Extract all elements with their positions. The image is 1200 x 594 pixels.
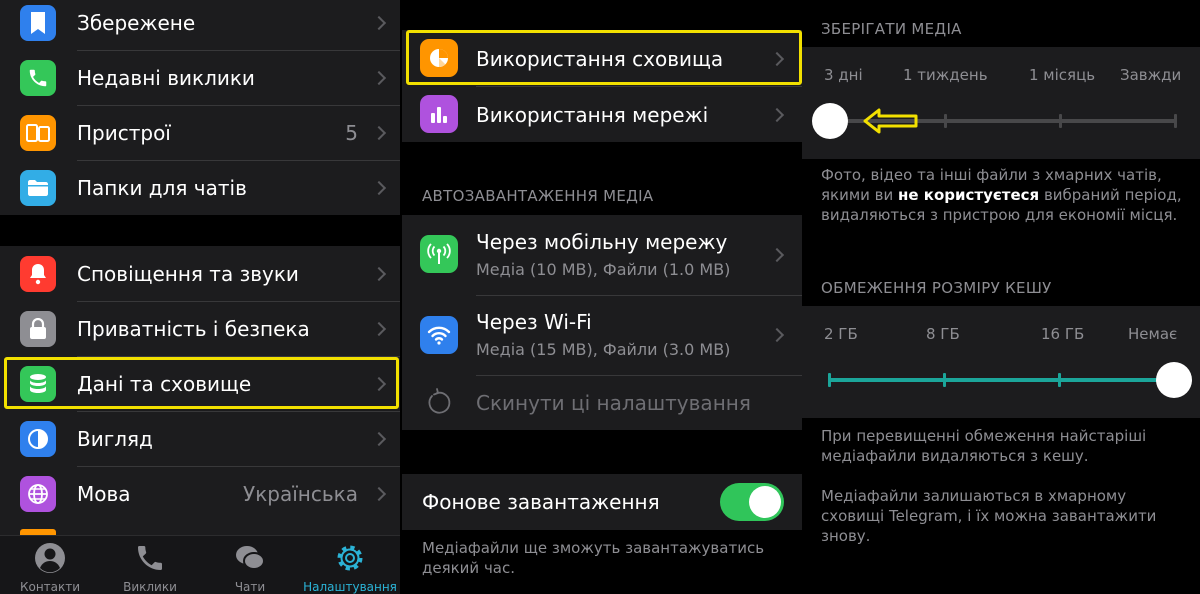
wifi-icon <box>420 316 458 354</box>
chats-icon <box>236 546 265 570</box>
chevron-right-icon <box>371 180 387 195</box>
slider-tick-mark <box>943 373 946 387</box>
autodownload-header: АВТОЗАВАНТАЖЕННЯ МЕДІА <box>422 187 654 205</box>
chevron-right-icon <box>769 247 785 263</box>
cache-limit-header: ОБМЕЖЕННЯ РОЗМІРУ КЕШУ <box>821 279 1052 297</box>
toggle-knob <box>749 486 781 518</box>
chevron-right-icon <box>371 266 387 281</box>
settings-panel: Збережене Недавні виклики Пристрої 5 Пап… <box>0 0 400 594</box>
phone-icon <box>138 546 162 570</box>
keep-media-slider-thumb[interactable] <box>812 103 848 139</box>
cache-tick-2gb: 2 ГБ <box>824 325 858 343</box>
cache-tick-none: Немає <box>1128 325 1178 343</box>
settings-item-chat-folders[interactable]: Папки для чатів <box>0 160 400 215</box>
chevron-right-icon <box>371 125 387 140</box>
settings-item-recent-calls[interactable]: Недавні виклики <box>0 50 400 105</box>
chevron-right-icon <box>371 70 387 85</box>
background-download-group: Фонове завантаження <box>402 474 802 530</box>
chevron-right-icon <box>769 107 785 123</box>
chevron-right-icon <box>371 321 387 336</box>
autodownload-group: Через мобільну мережу Медіа (10 MB), Фай… <box>402 215 802 430</box>
tab-settings[interactable]: Налаштування <box>300 536 400 594</box>
gear-icon <box>337 545 363 571</box>
keep-media-tick-3-days: 3 дні <box>824 66 863 84</box>
bell-icon <box>20 255 56 292</box>
data-storage-panel: Використання сховища Використання мережі… <box>402 0 802 594</box>
tab-contacts[interactable]: Контакти <box>0 536 100 594</box>
settings-group-1: Збережене Недавні виклики Пристрої 5 Пап… <box>0 0 400 215</box>
cache-tick-16gb: 16 ГБ <box>1041 325 1085 343</box>
tab-bar: Контакти Виклики Чати Налаштування <box>0 535 400 594</box>
keep-media-group: 3 дні 1 тиждень 1 місяць Завжди <box>802 47 1200 159</box>
phone-icon <box>20 59 56 96</box>
cache-note-1: При перевищенні обмеження найстаріші мед… <box>821 427 1147 465</box>
slider-tick-mark <box>944 114 947 128</box>
settings-item-devices[interactable]: Пристрої 5 <box>0 105 400 160</box>
slider-tick-mark <box>1174 114 1177 128</box>
settings-item-appearance[interactable]: Вигляд <box>0 411 400 466</box>
cache-note-2: Медіафайли залишаються в хмарному сховищ… <box>821 487 1157 545</box>
devices-icon <box>20 114 56 151</box>
person-icon <box>35 543 65 573</box>
language-value: Українська <box>243 481 358 506</box>
cache-limit-group: 2 ГБ 8 ГБ 16 ГБ Немає <box>802 306 1200 418</box>
reset-settings-row[interactable]: Скинути ці налаштування <box>402 375 802 430</box>
settings-item-language[interactable]: Мова Українська <box>0 466 400 521</box>
background-download-note: Медіафайли ще зможуть завантажуватись де… <box>422 539 765 577</box>
cache-tick-8gb: 8 ГБ <box>926 325 960 343</box>
cache-limit-slider-track[interactable] <box>828 378 1174 382</box>
cache-limit-slider-thumb[interactable] <box>1156 362 1192 398</box>
chevron-right-icon <box>371 15 387 30</box>
wifi-row[interactable]: Через Wi-Fi Медіа (15 MB), Файли (3.0 MB… <box>402 295 802 375</box>
settings-item-saved[interactable]: Збережене <box>0 0 400 50</box>
settings-item-privacy[interactable]: Приватність і безпека <box>0 301 400 356</box>
bar-chart-icon <box>420 95 458 133</box>
background-download-toggle[interactable] <box>720 483 784 521</box>
bookmark-icon <box>20 4 56 41</box>
chevron-right-icon <box>769 327 785 343</box>
settings-item-notifications[interactable]: Сповіщення та звуки <box>0 246 400 301</box>
arrow-left-icon <box>863 108 918 134</box>
storage-usage-panel: ЗБЕРІГАТИ МЕДІА 3 дні 1 тиждень 1 місяць… <box>802 0 1200 594</box>
chevron-right-icon <box>371 431 387 446</box>
background-download-row: Фонове завантаження <box>402 474 802 530</box>
folder-icon <box>20 169 56 206</box>
keep-media-tick-1-month: 1 місяць <box>1029 66 1096 84</box>
highlight-storage-usage <box>406 30 802 85</box>
network-usage-row[interactable]: Використання мережі <box>402 86 802 142</box>
slider-tick-mark <box>1059 114 1062 128</box>
keep-media-tick-forever: Завжди <box>1120 66 1182 84</box>
cellular-row[interactable]: Через мобільну мережу Медіа (10 MB), Фай… <box>402 215 802 295</box>
keep-media-header: ЗБЕРІГАТИ МЕДІА <box>821 20 962 38</box>
appearance-icon <box>20 420 56 457</box>
devices-count: 5 <box>345 120 358 145</box>
lock-icon <box>20 310 56 347</box>
cellular-signal-icon <box>420 235 458 273</box>
slider-tick-mark <box>828 373 831 387</box>
chevron-right-icon <box>371 486 387 501</box>
slider-tick-mark <box>1058 373 1061 387</box>
globe-icon <box>20 475 56 512</box>
reset-icon <box>420 383 458 421</box>
keep-media-tick-1-week: 1 тиждень <box>903 66 988 84</box>
tab-calls[interactable]: Виклики <box>100 536 200 594</box>
highlight-data-storage <box>4 357 399 409</box>
keep-media-note: Фото, відео та інші файли з хмарних чаті… <box>821 166 1182 224</box>
tab-chats[interactable]: Чати <box>200 536 300 594</box>
